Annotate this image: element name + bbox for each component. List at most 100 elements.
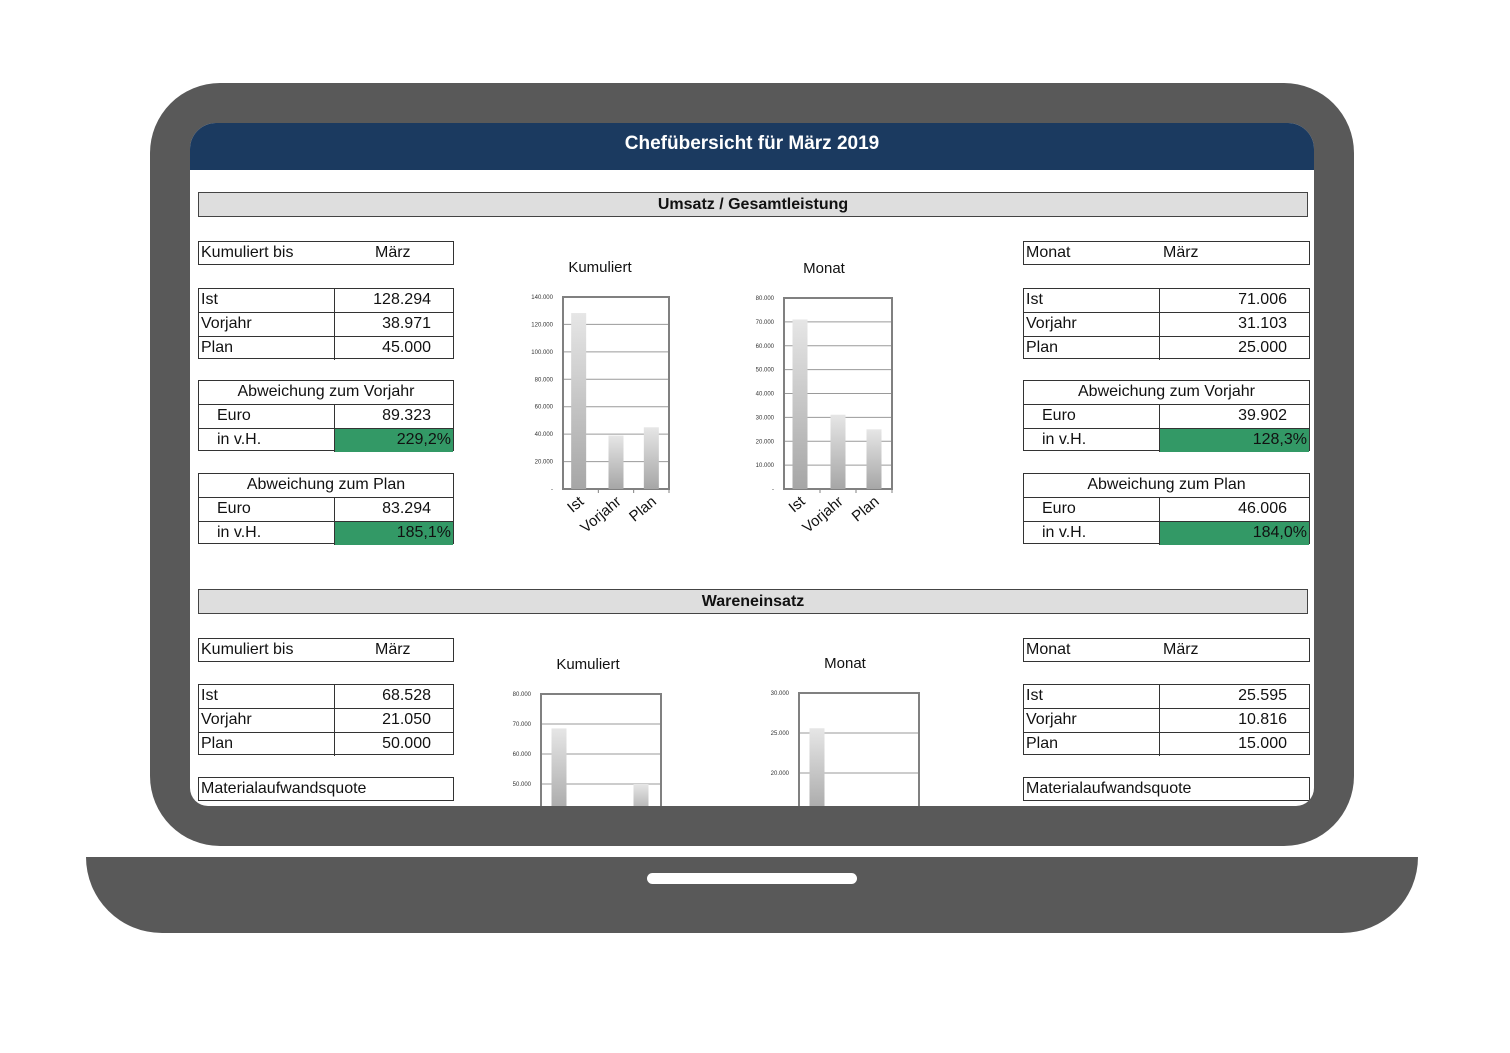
deviation-title: Abweichung zum Vorjahr xyxy=(199,381,453,405)
row-value: 128.294 xyxy=(373,291,431,308)
period-label: Monat xyxy=(1026,641,1071,658)
plot-area xyxy=(540,693,662,806)
period-label: Kumuliert bis xyxy=(201,244,294,261)
y-tick-label: 100.000 xyxy=(531,350,553,356)
row-value: 89.323 xyxy=(382,407,431,424)
y-tick-label: 40.000 xyxy=(535,432,554,438)
row-label: Euro xyxy=(1024,405,1160,428)
section-heading-wareneinsatz: Wareneinsatz xyxy=(198,589,1308,614)
period-value: März xyxy=(375,244,411,261)
plot-area xyxy=(798,692,920,806)
row-label: Ist xyxy=(1024,289,1160,312)
y-tick-label: 20.000 xyxy=(756,439,775,445)
row-value: 31.103 xyxy=(1238,315,1287,332)
row-value: 45.000 xyxy=(382,339,431,356)
left-quote-header: Materialaufwandsquote xyxy=(198,777,454,801)
y-tick-label: 60.000 xyxy=(756,344,775,350)
table-row: Vorjahr 31.103 xyxy=(1024,312,1309,336)
row-value: 68.528 xyxy=(382,687,431,704)
y-tick-label: 20.000 xyxy=(535,460,554,466)
quote-label: Materialaufwandsquote xyxy=(201,780,367,797)
plot-area xyxy=(783,297,893,490)
table-row: in v.H. 229,2% xyxy=(199,428,453,452)
row-label: Plan xyxy=(199,337,335,360)
table-row: Euro 46.006 xyxy=(1024,498,1309,521)
table-row: Vorjahr 38.971 xyxy=(199,312,453,336)
row-label: Ist xyxy=(1024,685,1160,708)
y-tick-label: - xyxy=(551,487,553,493)
period-label: Monat xyxy=(1026,244,1071,261)
y-tick-label: 50.000 xyxy=(513,782,532,788)
chart-title: Monat xyxy=(824,655,867,672)
page-title: Chefübersicht für März 2019 xyxy=(190,123,1314,170)
y-tick-label: 80.000 xyxy=(535,377,554,383)
y-tick-label: 80.000 xyxy=(513,692,532,698)
y-tick-label: 30.000 xyxy=(771,691,790,697)
y-tick-label: 70.000 xyxy=(513,722,532,728)
period-value: März xyxy=(1163,641,1199,658)
right-quote-header: Materialaufwandsquote xyxy=(1023,777,1310,801)
row-value: 50.000 xyxy=(382,735,431,752)
x-tick-label: Vorjahr xyxy=(799,493,846,537)
table-row: Ist 25.595 xyxy=(1024,685,1309,708)
y-tick-label: 120.000 xyxy=(531,322,553,328)
bar xyxy=(866,429,882,489)
bar xyxy=(809,728,825,806)
table-row: Euro 39.902 xyxy=(1024,405,1309,428)
row-label: in v.H. xyxy=(1024,429,1160,452)
chart-title: Kumuliert xyxy=(556,656,620,673)
deviation-title: Abweichung zum Vorjahr xyxy=(1024,381,1309,405)
percent-value: 184,0% xyxy=(1160,522,1309,545)
left-values-table: Ist 128.294 Vorjahr 38.971 Plan 45.000 xyxy=(198,288,454,360)
left-period-header-2: Kumuliert bis März xyxy=(198,638,454,662)
bar xyxy=(608,435,624,489)
table-row: Plan 45.000 xyxy=(199,336,453,360)
x-tick-label: Vorjahr xyxy=(577,493,624,537)
right-period-header: Monat März xyxy=(1023,241,1310,265)
row-label: Ist xyxy=(199,289,335,312)
right-deviation-prev-year: Abweichung zum Vorjahr Euro 39.902 in v.H… xyxy=(1023,380,1310,452)
plot-area xyxy=(562,296,670,490)
left-deviation-plan: Abweichung zum Plan Euro 83.294 in v.H. 18… xyxy=(198,473,454,545)
bar xyxy=(830,414,846,489)
y-tick-label: 40.000 xyxy=(756,392,775,398)
laptop-base xyxy=(86,857,1418,933)
table-row: Plan 25.000 xyxy=(1024,336,1309,360)
percent-value: 185,1% xyxy=(335,522,453,545)
y-tick-label: 30.000 xyxy=(756,415,775,421)
left-values-table-2: Ist 68.528 Vorjahr 21.050 Plan 50.000 xyxy=(198,684,454,756)
table-row: Euro 89.323 xyxy=(199,405,453,428)
table-row: Ist 68.528 xyxy=(199,685,453,708)
screen: Chefübersicht für März 2019 Umsatz / Ges… xyxy=(190,123,1314,806)
y-tick-label: 25.000 xyxy=(771,731,790,737)
y-tick-label: 140.000 xyxy=(531,295,553,301)
row-value: 21.050 xyxy=(382,711,431,728)
y-tick-label: 10.000 xyxy=(756,463,775,469)
table-row: Vorjahr 10.816 xyxy=(1024,708,1309,732)
row-value: 10.816 xyxy=(1238,711,1287,728)
y-tick-label: - xyxy=(772,487,774,493)
table-row: Ist 128.294 xyxy=(199,289,453,312)
row-value: 15.000 xyxy=(1238,735,1287,752)
y-tick-label: 70.000 xyxy=(756,320,775,326)
x-tick-label: Ist xyxy=(564,493,588,517)
right-deviation-plan: Abweichung zum Plan Euro 46.006 in v.H. 18… xyxy=(1023,473,1310,545)
row-value: 39.902 xyxy=(1238,407,1287,424)
right-period-header-2: Monat März xyxy=(1023,638,1310,662)
bar xyxy=(633,784,649,806)
table-row: in v.H. 184,0% xyxy=(1024,521,1309,545)
row-label: Plan xyxy=(1024,337,1160,360)
right-values-table: Ist 71.006 Vorjahr 31.103 Plan 25.000 xyxy=(1023,288,1310,360)
x-tick-label: Plan xyxy=(849,493,883,525)
table-row: Ist 71.006 xyxy=(1024,289,1309,312)
y-tick-label: 60.000 xyxy=(513,752,532,758)
row-value: 25.000 xyxy=(1238,339,1287,356)
right-values-table-2: Ist 25.595 Vorjahr 10.816 Plan 15.000 xyxy=(1023,684,1310,756)
bar xyxy=(571,313,587,489)
bar xyxy=(551,728,567,806)
table-row: Euro 83.294 xyxy=(199,498,453,521)
laptop-trackpad-slot xyxy=(647,873,857,884)
y-tick-label: 80.000 xyxy=(756,296,775,302)
row-value: 71.006 xyxy=(1238,291,1287,308)
row-value: 83.294 xyxy=(382,500,431,517)
